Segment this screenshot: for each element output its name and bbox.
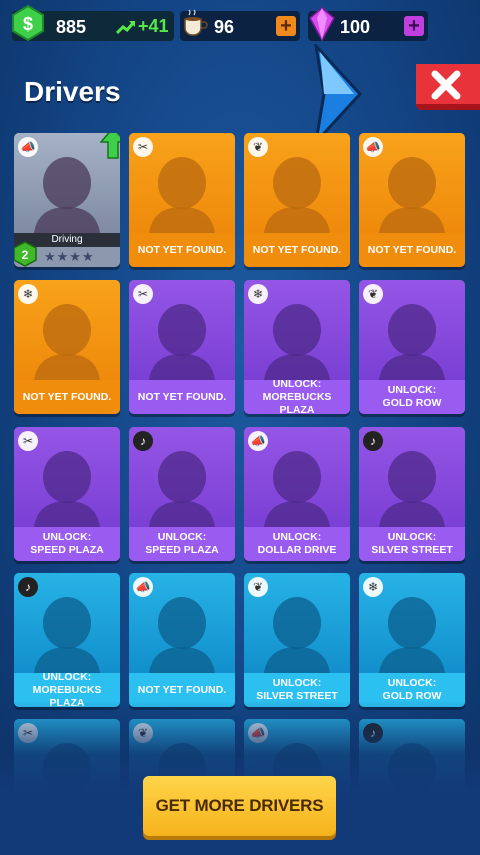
add-gems-button[interactable]: + [404,16,424,36]
cash-icon: $ [12,5,44,41]
driver-card-label: UNLOCK: MOREBUCKS PLAZA [14,671,120,707]
driver-card[interactable]: ❦ UNLOCK: SILVER STREET [244,573,350,707]
add-coffee-button[interactable]: + [276,16,296,36]
driver-card[interactable]: 📣 UNLOCK: DOLLAR DRIVE [244,427,350,561]
driver-card[interactable]: ♪ [359,719,465,853]
gem-icon [309,7,335,41]
coffee-counter[interactable]: 96 + [180,9,300,41]
leaf-icon: ❦ [248,137,268,157]
driver-silhouette-icon [149,304,215,380]
resource-bar: $ 885 +41 96 + 100 + [0,0,480,44]
driver-card[interactable]: ❦ NOT YET FOUND. [244,133,350,267]
snowflake-icon: ❄ [18,284,38,304]
driver-silhouette-icon [149,451,215,527]
driver-card-label: UNLOCK: SILVER STREET [359,527,465,561]
cash-counter[interactable]: $ 885 +41 [12,5,174,41]
driver-silhouette-icon [379,743,445,819]
driver-silhouette-icon [264,451,330,527]
driver-card[interactable]: ✂ [14,719,120,853]
driver-card[interactable]: ✂ NOT YET FOUND. [129,280,235,414]
driver-silhouette-icon [34,157,100,233]
leaf-icon: ❦ [363,284,383,304]
music-note-icon: ♪ [18,577,38,597]
driver-card-label: UNLOCK: SPEED PLAZA [129,527,235,561]
cash-rate-value: +41 [138,16,169,36]
leaf-icon: ❦ [133,723,153,743]
megaphone-icon: 📣 [363,137,383,157]
driver-silhouette-icon [149,597,215,673]
driver-card[interactable]: 📣 NOT YET FOUND. [129,573,235,707]
wrench-icon: ✂ [18,431,38,451]
driver-card[interactable]: ♪ UNLOCK: MOREBUCKS PLAZA [14,573,120,707]
driver-card-label: UNLOCK: DOLLAR DRIVE [244,527,350,561]
svg-text:2: 2 [22,248,29,262]
close-button[interactable] [412,62,480,114]
gem-value: 100 [340,17,371,37]
cash-value: 885 [56,17,87,37]
driver-card-label: NOT YET FOUND. [359,233,465,267]
megaphone-icon: 📣 [248,723,268,743]
get-more-drivers-button[interactable]: GET MORE DRIVERS [143,776,336,836]
driver-silhouette-icon [379,304,445,380]
driver-card[interactable]: ✂ UNLOCK: SPEED PLAZA [14,427,120,561]
driver-card-label: UNLOCK: MOREBUCKS PLAZA [244,378,350,414]
driver-card[interactable]: ❦ UNLOCK: GOLD ROW [359,280,465,414]
driver-silhouette-icon [264,597,330,673]
driver-silhouette-icon [34,451,100,527]
coffee-value: 96 [214,17,235,37]
megaphone-icon: 📣 [18,137,38,157]
level-badge: 2 [14,241,38,267]
gem-counter[interactable]: 100 + [308,7,428,41]
driver-card[interactable]: ❄ UNLOCK: GOLD ROW [359,573,465,707]
music-note-icon: ♪ [363,723,383,743]
driver-card[interactable]: ❄ UNLOCK: MOREBUCKS PLAZA [244,280,350,414]
music-note-icon: ♪ [363,431,383,451]
driver-card-label: UNLOCK: GOLD ROW [359,673,465,707]
driver-card-label: NOT YET FOUND. [129,380,235,414]
driver-silhouette-icon [34,597,100,673]
svg-text:$: $ [23,14,33,34]
driver-card[interactable]: 📣 NOT YET FOUND. [359,133,465,267]
driver-card-label: UNLOCK: SILVER STREET [244,673,350,707]
leaf-icon: ❦ [248,577,268,597]
next-page-arrow-icon[interactable] [310,44,364,144]
driver-silhouette-icon [379,157,445,233]
driver-card[interactable]: ❄ NOT YET FOUND. [14,280,120,414]
trend-up-icon [116,20,136,34]
wrench-icon: ✂ [133,284,153,304]
driver-silhouette-icon [149,157,215,233]
driver-card[interactable]: ✂ NOT YET FOUND. [129,133,235,267]
driver-card-label: NOT YET FOUND. [129,233,235,267]
wrench-icon: ✂ [18,723,38,743]
page-title: Drivers [24,76,121,107]
driver-card-label: NOT YET FOUND. [244,233,350,267]
driver-silhouette-icon [34,304,100,380]
driver-silhouette-icon [264,157,330,233]
driver-card-label: NOT YET FOUND. [129,673,235,707]
snowflake-icon: ❄ [363,577,383,597]
music-note-icon: ♪ [133,431,153,451]
cash-rate: +41 [116,16,169,37]
megaphone-icon: 📣 [248,431,268,451]
megaphone-icon: 📣 [133,577,153,597]
driver-card-active[interactable]: 📣 Driving ★★★★ 2 [14,133,120,267]
driver-card-label: UNLOCK: SPEED PLAZA [14,527,120,561]
wrench-icon: ✂ [133,137,153,157]
snowflake-icon: ❄ [248,284,268,304]
driver-silhouette-icon [379,597,445,673]
driver-card-label: UNLOCK: GOLD ROW [359,380,465,414]
driver-silhouette-icon [379,451,445,527]
star-rating: ★★★★ [44,249,95,264]
upgrade-arrow-icon[interactable] [99,133,120,159]
driver-card[interactable]: ♪ UNLOCK: SILVER STREET [359,427,465,561]
driver-card-label: NOT YET FOUND. [14,380,120,414]
driver-card[interactable]: ♪ UNLOCK: SPEED PLAZA [129,427,235,561]
driver-silhouette-icon [34,743,100,819]
coffee-cup-icon [184,9,208,36]
driver-silhouette-icon [264,304,330,380]
